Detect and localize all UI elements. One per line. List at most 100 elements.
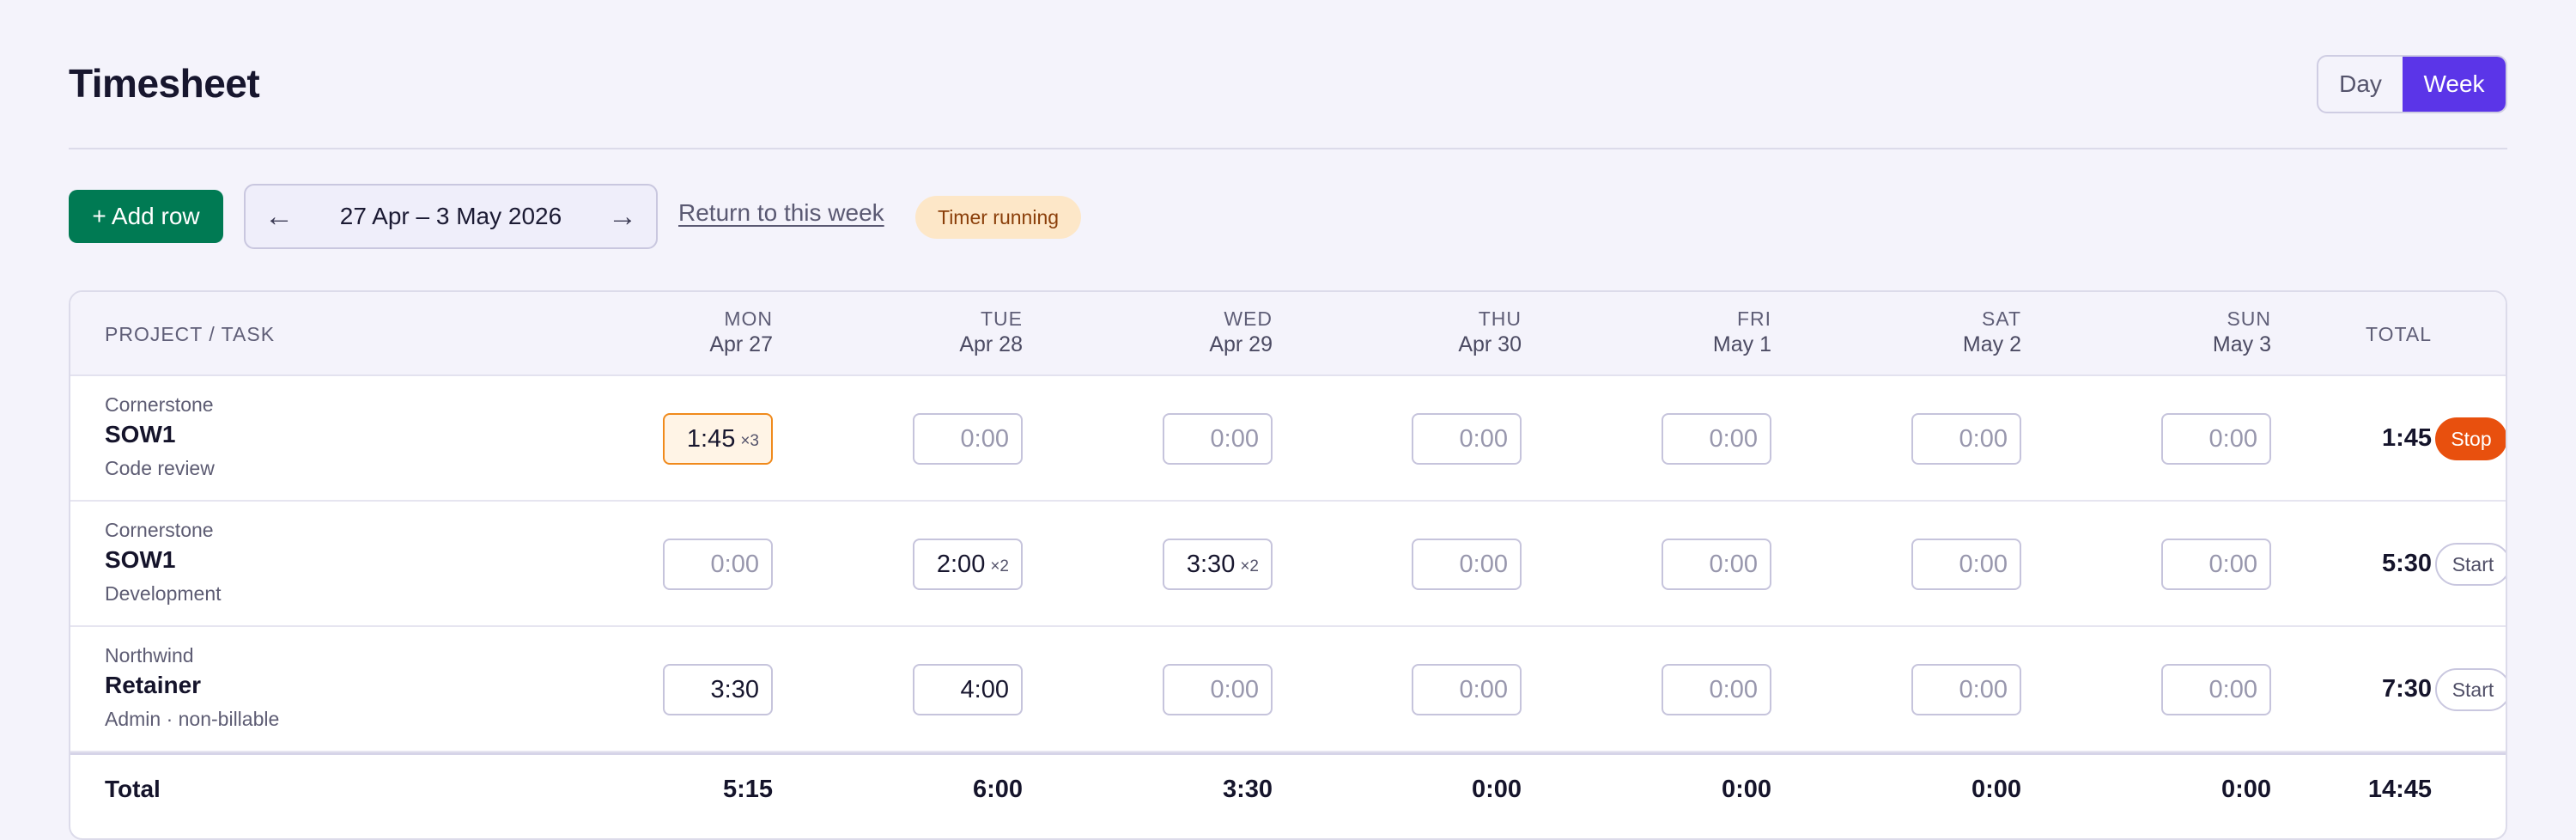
timesheet-table: PROJECT / TASK MON Apr 27 TUE Apr 28 WED Apr … [69, 290, 2507, 840]
time-entry-input[interactable]: 0:00 [1911, 413, 2021, 465]
header-day-thu: THU Apr 30 [1384, 306, 1522, 357]
entry-count: ×2 [1240, 557, 1259, 575]
time-value: 1:45 [686, 424, 736, 453]
time-value: 0:00 [710, 550, 759, 578]
time-entry-input[interactable]: 0:00 [663, 539, 773, 590]
start-timer-button[interactable]: Start [2435, 543, 2506, 586]
stop-timer-button[interactable]: Stop [2435, 417, 2506, 460]
header-date: Apr 28 [959, 332, 1023, 356]
arrow-right-icon[interactable]: → [589, 200, 656, 234]
page-title: Timesheet [69, 61, 260, 106]
page-header: Timesheet Day Week [69, 0, 2507, 149]
header-day-wed: WED Apr 29 [1135, 306, 1273, 357]
time-value: 0:00 [1959, 550, 2008, 578]
task-name: Retainer [105, 672, 202, 698]
header-weekday: SUN [2227, 307, 2271, 330]
header-date: May 1 [1712, 332, 1771, 356]
time-entry-input[interactable]: 0:00 [1662, 539, 1771, 590]
time-value: 0:00 [1459, 550, 1508, 578]
day-total: 3:30 [1222, 776, 1273, 803]
time-value: 4:00 [960, 675, 1009, 703]
time-entry-input[interactable]: 0:00 [2161, 664, 2271, 715]
day-total: 6:00 [972, 776, 1023, 803]
date-range-label: 27 Apr – 3 May 2026 [339, 203, 562, 229]
view-toggle: Day Week [2317, 55, 2507, 113]
header-project-task: PROJECT / TASK [105, 323, 276, 345]
time-value: 0:00 [1210, 424, 1259, 453]
timer-status-badge: Timer running [915, 196, 1082, 239]
table-row: Cornerstone SOW1 Code review 1:45 ×3 0:00 0:00… [70, 376, 2506, 502]
time-value: 0:00 [2208, 550, 2257, 578]
week-navigator: ← 27 Apr – 3 May 2026 → [244, 184, 658, 249]
row-total: 7:30 [2381, 675, 2432, 703]
time-value: 3:30 [710, 675, 759, 703]
time-entry-input[interactable]: 0:00 [1911, 664, 2021, 715]
header-total: TOTAL [2366, 323, 2432, 345]
time-value: 0:00 [1959, 424, 2008, 453]
header-day-sat: SAT May 2 [1884, 306, 2021, 357]
task-subtitle: Admin · non-billable [105, 708, 280, 730]
day-total: 0:00 [1471, 776, 1522, 803]
toolbar: + Add row ← 27 Apr – 3 May 2026 → Return… [69, 149, 2507, 295]
time-entry-input[interactable]: 0:00 [913, 413, 1023, 465]
time-entry-input[interactable]: 0:00 [2161, 413, 2271, 465]
project-name: Northwind [105, 644, 194, 667]
time-entry-input[interactable]: 2:00 ×2 [913, 539, 1023, 590]
totals-label: Total [105, 776, 161, 802]
entry-count: ×3 [740, 432, 759, 450]
time-entry-input[interactable]: 0:00 [2161, 539, 2271, 590]
header-weekday: TUE [981, 307, 1023, 330]
time-value: 0:00 [1709, 675, 1758, 703]
header-date: Apr 27 [709, 332, 773, 356]
week-view-button[interactable]: Week [2403, 57, 2506, 112]
add-row-button[interactable]: + Add row [69, 190, 223, 243]
start-timer-button[interactable]: Start [2435, 668, 2506, 711]
time-entry-input[interactable]: 3:30 [663, 664, 773, 715]
task-name: SOW1 [105, 546, 176, 573]
header-weekday: WED [1224, 307, 1273, 330]
row-total: 1:45 [2381, 424, 2432, 452]
time-entry-input[interactable]: 1:45 ×3 [663, 413, 773, 465]
day-total: 0:00 [1721, 776, 1771, 803]
day-total: 0:00 [1971, 776, 2021, 803]
time-entry-input[interactable]: 0:00 [1911, 539, 2021, 590]
header-day-sun: SUN May 3 [2134, 306, 2271, 357]
time-value: 2:00 [936, 550, 986, 578]
time-value: 0:00 [1459, 675, 1508, 703]
grand-total: 14:45 [2367, 776, 2432, 803]
time-value: 0:00 [2208, 675, 2257, 703]
task-subtitle: Development [105, 582, 222, 605]
time-entry-input[interactable]: 0:00 [1662, 413, 1771, 465]
header-date: May 3 [2212, 332, 2271, 356]
time-entry-input[interactable]: 0:00 [1412, 413, 1522, 465]
project-name: Cornerstone [105, 393, 214, 416]
time-value: 0:00 [1709, 550, 1758, 578]
time-entry-input[interactable]: 3:30 ×2 [1163, 539, 1273, 590]
day-view-button[interactable]: Day [2318, 57, 2403, 112]
time-entry-input[interactable]: 0:00 [1163, 664, 1273, 715]
arrow-left-icon[interactable]: ← [246, 200, 313, 234]
time-entry-input[interactable]: 0:00 [1662, 664, 1771, 715]
totals-row: Total 5:15 6:00 3:30 0:00 0:00 0:00 0:00 14:45 [70, 752, 2506, 838]
time-entry-input[interactable]: 0:00 [1412, 664, 1522, 715]
time-value: 0:00 [1459, 424, 1508, 453]
time-value: 3:30 [1186, 550, 1236, 578]
table-row: Northwind Retainer Admin · non-billable 3:3… [70, 627, 2506, 752]
time-entry-input[interactable]: 4:00 [913, 664, 1023, 715]
task-subtitle: Code review [105, 457, 215, 479]
return-to-this-week-link[interactable]: Return to this week [678, 199, 884, 227]
time-entry-input[interactable]: 0:00 [1412, 539, 1522, 590]
time-entry-input[interactable]: 0:00 [1163, 413, 1273, 465]
time-value: 0:00 [1709, 424, 1758, 453]
time-value: 0:00 [1210, 675, 1259, 703]
day-total: 0:00 [2221, 776, 2271, 803]
header-day-tue: TUE Apr 28 [885, 306, 1023, 357]
header-date: Apr 29 [1209, 332, 1273, 356]
entry-count: ×2 [990, 557, 1009, 575]
table-header: PROJECT / TASK MON Apr 27 TUE Apr 28 WED Apr … [70, 292, 2506, 376]
header-weekday: FRI [1736, 307, 1771, 330]
table-row: Cornerstone SOW1 Development 0:00 2:00 ×2 3:30… [70, 502, 2506, 627]
time-value: 0:00 [1959, 675, 2008, 703]
day-total: 5:15 [722, 776, 773, 803]
row-total: 5:30 [2381, 550, 2432, 577]
